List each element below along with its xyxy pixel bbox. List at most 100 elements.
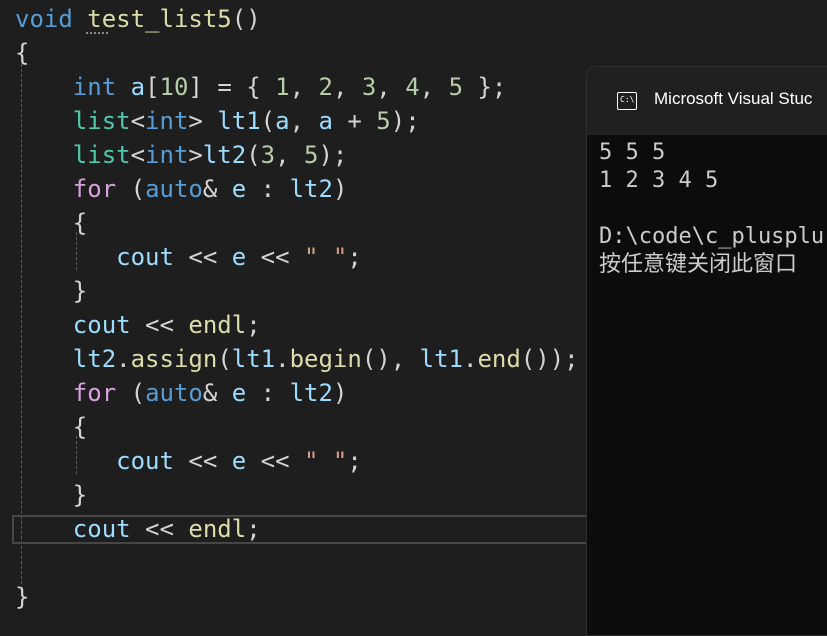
code-line[interactable]: } (15, 580, 29, 614)
code-token: , (275, 141, 305, 169)
code-token: e (231, 447, 247, 475)
code-token: end (477, 345, 521, 373)
code-line[interactable]: int a[10] = { 1, 2, 3, 4, 5 }; (15, 70, 507, 104)
code-token: . (275, 345, 290, 373)
code-token: auto (145, 379, 203, 407)
code-token: e (231, 379, 247, 407)
code-token: , (332, 73, 362, 101)
code-token: : (246, 379, 290, 407)
code-token: 5 (448, 73, 464, 101)
code-token: > (188, 141, 203, 169)
code-line[interactable]: for (auto& e : lt2) (15, 376, 348, 410)
code-token: cout (15, 311, 131, 339)
code-token: { (15, 39, 30, 67)
code-token: for (15, 175, 117, 203)
code-token: : (246, 175, 290, 203)
code-line[interactable]: void test_list5() (15, 2, 261, 36)
code-line[interactable]: { (15, 410, 87, 444)
code-token: << (173, 243, 232, 271)
code-token: 10 (159, 73, 189, 101)
code-token: lt2 (289, 175, 333, 203)
code-token: < (130, 141, 146, 169)
code-token: << (173, 447, 232, 475)
code-line[interactable]: list<int> lt1(a, a + 5); (15, 104, 420, 138)
console-output: 5 5 5 1 2 3 4 5 D:\code\c_plusplu 按任意键关闭此窗口 (599, 139, 824, 279)
code-token: ; (246, 515, 261, 543)
console-window[interactable]: C:\ Microsoft Visual Stuc 5 5 5 1 2 3 4 5… (586, 66, 827, 636)
output-line: D:\code\c_plusplu (599, 224, 825, 249)
code-token: ( (116, 175, 146, 203)
code-token: { (15, 209, 88, 237)
code-token: { (15, 413, 88, 441)
code-token: . (462, 345, 478, 373)
code-token: 5 (376, 107, 391, 135)
code-line[interactable]: { (15, 206, 87, 240)
code-token: & (202, 379, 232, 407)
code-token: " " (304, 447, 348, 475)
code-token: lt1 (231, 345, 276, 373)
code-line[interactable]: } (15, 274, 87, 308)
code-token: < (130, 107, 146, 135)
code-token: } (15, 583, 30, 611)
code-token: a (130, 73, 146, 101)
code-token: ()); (520, 345, 579, 373)
code-token: int (15, 73, 117, 101)
code-line[interactable]: for (auto& e : lt2) (15, 172, 348, 206)
code-token: begin (289, 345, 362, 373)
code-token: assign (130, 345, 218, 373)
code-token: ) (332, 175, 348, 203)
code-token: } (15, 277, 88, 305)
code-token: for (15, 379, 117, 407)
code-token: 3 (260, 141, 276, 169)
code-token: ( (217, 345, 232, 373)
code-token: ( (116, 379, 146, 407)
code-token: ( (246, 141, 261, 169)
code-token: << (246, 243, 304, 271)
output-line: 5 5 5 (599, 140, 666, 165)
code-line[interactable]: cout << e << " "; (15, 444, 362, 478)
code-token: cout (15, 447, 174, 475)
code-token: lt2 (15, 345, 117, 373)
code-token: void (15, 5, 73, 33)
code-token: endl (188, 311, 247, 339)
code-token: e (231, 175, 247, 203)
code-token: ) (332, 379, 348, 407)
code-token: int (145, 141, 189, 169)
code-token: }; (463, 73, 507, 101)
code-token: . (116, 345, 131, 373)
console-title: Microsoft Visual Stuc (654, 89, 813, 108)
code-token: > (188, 107, 218, 135)
code-token: 1 (275, 73, 290, 101)
code-token: 5 (304, 141, 319, 169)
code-line[interactable]: } (15, 478, 87, 512)
code-token: lt2 (202, 141, 247, 169)
code-line[interactable]: cout << endl; (15, 512, 261, 546)
code-line[interactable]: cout << e << " "; (15, 240, 362, 274)
code-token: lt1 (217, 107, 261, 135)
code-line[interactable]: cout << endl; (15, 308, 261, 342)
code-line[interactable]: list<int>lt2(3, 5); (15, 138, 348, 172)
output-line: 按任意键关闭此窗口 (599, 252, 798, 277)
code-line[interactable]: { (15, 36, 29, 70)
code-token: auto (145, 175, 203, 203)
code-token: ; (246, 311, 261, 339)
code-token: ] = { (188, 73, 276, 101)
code-token: , (419, 73, 449, 101)
code-token: () (231, 5, 261, 33)
terminal-icon: C:\ (617, 92, 637, 110)
code-token: , (376, 73, 406, 101)
code-token: lt1 (419, 345, 463, 373)
code-token: lt2 (289, 379, 333, 407)
code-token: cout (15, 243, 174, 271)
console-titlebar[interactable]: C:\ Microsoft Visual Stuc (587, 67, 827, 135)
code-token: int (145, 107, 189, 135)
code-token: 2 (318, 73, 333, 101)
code-token: 3 (361, 73, 377, 101)
code-token: + (332, 107, 377, 135)
code-line[interactable]: lt2.assign(lt1.begin(), lt1.end()); (15, 342, 579, 376)
code-token: ; (347, 447, 362, 475)
code-token: ); (390, 107, 420, 135)
